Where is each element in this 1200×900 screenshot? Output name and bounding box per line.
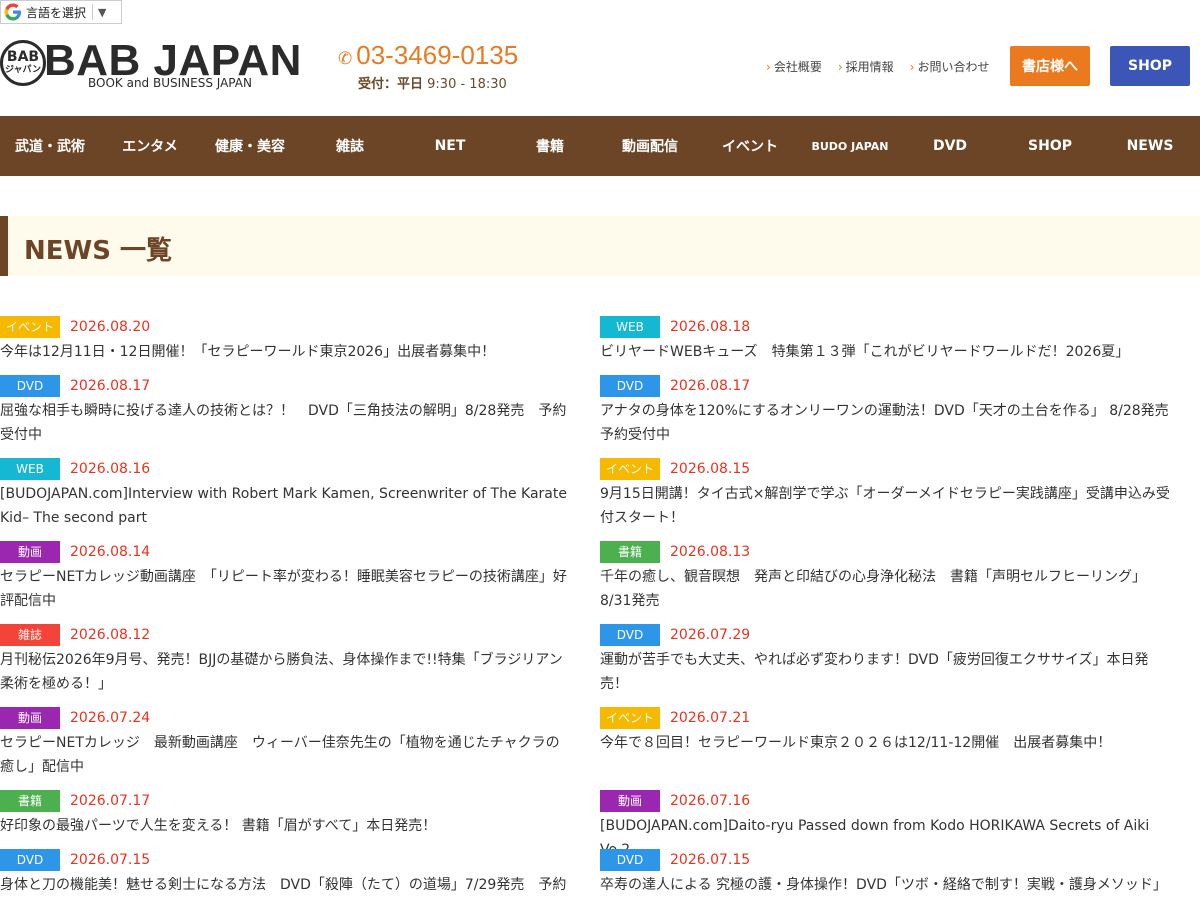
news-item[interactable]: 雑誌 2026.08.12 月刊秘伝2026年9月号、発売！BJJの基礎から勝負法… (0, 624, 570, 696)
news-date: 2026.08.20 (70, 319, 151, 335)
news-item[interactable]: 動画 2026.08.14 セラピーNETカレッジ動画講座 「リピート率が変わる！… (0, 541, 570, 613)
hours-value: 9:30 - 18:30 (427, 77, 507, 92)
news-title[interactable]: ビリヤードWEBキューズ 特集第１３弾「これがビリヤードワールドだ！2026夏」 (600, 340, 1170, 364)
nav-item-net[interactable]: NET (400, 116, 500, 176)
nav-item-video[interactable]: 動画配信 (600, 116, 700, 176)
news-item[interactable]: DVD 2026.08.17 屈強な相手も瞬時に投げる達人の技術とは？！ DVD「… (0, 375, 570, 447)
category-badge: DVD (600, 375, 660, 397)
logo-tagline: BOOK and BUSINESS JAPAN (88, 76, 252, 90)
nav-item-events[interactable]: イベント (700, 116, 800, 176)
page-title: NEWS 一覧 (24, 236, 172, 266)
news-title[interactable]: 屈強な相手も瞬時に投げる達人の技術とは？！ DVD「三角技法の解明」8/28発売… (0, 399, 570, 447)
news-date: 2026.07.16 (670, 793, 751, 809)
news-title[interactable]: 千年の癒し、観音瞑想 発声と印結びの心身浄化秘法 書籍「声明セルフヒーリング」 … (600, 565, 1170, 613)
category-badge: DVD (0, 849, 60, 871)
news-date: 2026.08.12 (70, 627, 151, 643)
news-item[interactable]: 書籍 2026.07.17 好印象の最強パーツで人生を変える！ 書籍「眉がすべて」… (0, 790, 570, 838)
nav-item-shop[interactable]: SHOP (1000, 116, 1100, 176)
category-badge: DVD (600, 624, 660, 646)
category-badge: DVD (600, 849, 660, 871)
news-title[interactable]: 今年で８回目！セラピーワールド東京２０２６は12/11-12開催 出展者募集中！ (600, 731, 1170, 755)
news-item[interactable]: DVD 2026.07.29 運動が苦手でも大丈夫、やれば必ず変わります！DVD「… (600, 624, 1170, 696)
site-logo[interactable]: BAB ジャパン BAB JAPAN BOOK and BUSINESS JAP… (0, 36, 301, 94)
bookstore-button[interactable]: 書店様へ (1010, 46, 1090, 86)
phone-number[interactable]: 03-3469-0135 (356, 40, 518, 70)
news-item[interactable]: イベント 2026.08.20 今年は12月11日・12日開催！「セラピーワールド… (0, 316, 570, 364)
news-date: 2026.08.14 (70, 544, 151, 560)
news-title[interactable]: 好印象の最強パーツで人生を変える！ 書籍「眉がすべて」本日発売！ (0, 814, 570, 838)
category-badge: イベント (0, 316, 60, 338)
news-item[interactable]: イベント 2026.08.15 9月15日開講！タイ古式×解剖学で学ぶ「オーダーメ… (600, 458, 1170, 530)
category-badge: DVD (0, 375, 60, 397)
news-title[interactable]: [BUDOJAPAN.com]Interview with Robert Mar… (0, 482, 570, 530)
category-badge: イベント (600, 458, 660, 480)
news-date: 2026.07.24 (70, 710, 151, 726)
news-title[interactable]: 月刊秘伝2026年9月号、発売！BJJの基礎から勝負法、身体操作まで!!特集「ブ… (0, 648, 570, 696)
nav-item-budo[interactable]: 武道・武術 (0, 116, 100, 176)
news-item[interactable]: WEB 2026.08.18 ビリヤードWEBキューズ 特集第１３弾「これがビリヤ… (600, 316, 1170, 364)
link-company[interactable]: 会社概要 (766, 58, 822, 75)
language-selector-label: 言語を選択 (26, 5, 87, 20)
news-date: 2026.08.15 (670, 461, 751, 477)
google-icon (4, 3, 21, 21)
nav-item-health-beauty[interactable]: 健康・美容 (200, 116, 300, 176)
shop-button[interactable]: SHOP (1110, 46, 1190, 86)
logo-badge-bottom: ジャパン (4, 65, 41, 75)
category-badge: WEB (600, 316, 660, 338)
nav-item-news[interactable]: NEWS (1100, 116, 1200, 176)
main-nav: 武道・武術 エンタメ 健康・美容 雑誌 NET 書籍 動画配信 イベント BUD… (0, 116, 1200, 176)
news-date: 2026.08.16 (70, 461, 151, 477)
news-date: 2026.07.17 (70, 793, 151, 809)
news-title[interactable]: 運動が苦手でも大丈夫、やれば必ず変わります！DVD「疲労回復エクササイズ」本日発… (600, 648, 1170, 696)
link-recruit[interactable]: 採用情報 (838, 58, 894, 75)
news-item[interactable]: DVD 2026.08.17 アナタの身体を120%にするオンリーワンの運動法！D… (600, 375, 1183, 447)
news-date: 2026.08.18 (670, 319, 751, 335)
category-badge: 雑誌 (0, 624, 60, 646)
header-links: 会社概要 採用情報 お問い合わせ (766, 58, 990, 75)
hours-label: 受付：平日 (358, 77, 424, 92)
logo-badge: BAB ジャパン (0, 40, 46, 86)
news-title[interactable]: 身体と刀の機能美！魅せる剣士になる方法 DVD「殺陣（たて）の道場」7/29発売… (0, 873, 570, 897)
chevron-down-icon: ▼ (98, 5, 107, 19)
category-badge: WEB (0, 458, 60, 480)
news-date: 2026.07.29 (670, 627, 751, 643)
category-badge: 動画 (0, 541, 60, 563)
news-title[interactable]: 今年は12月11日・12日開催！「セラピーワールド東京2026」出展者募集中！ (0, 340, 570, 364)
page-title-bar: NEWS 一覧 (0, 216, 1200, 276)
nav-item-magazine[interactable]: 雑誌 (300, 116, 400, 176)
news-date: 2026.07.21 (670, 710, 751, 726)
news-title[interactable]: セラピーNETカレッジ 最新動画講座 ウィーバー佳奈先生の「植物を通じたチャクラ… (0, 731, 570, 779)
phone-contact: ✆ 03-3469-0135 受付：平日 9:30 - 18:30 (338, 40, 518, 92)
news-date: 2026.08.13 (670, 544, 751, 560)
news-item[interactable]: イベント 2026.07.21 今年で８回目！セラピーワールド東京２０２６は12/… (600, 707, 1170, 755)
news-item[interactable]: DVD 2026.07.15 身体と刀の機能美！魅せる剣士になる方法 DVD「殺陣… (0, 849, 570, 897)
news-title[interactable]: 卒寿の達人による 究極の護・身体操作！DVD「ツボ・経絡で制す！実戦・護身メソッ… (600, 873, 1170, 897)
news-title[interactable]: 9月15日開講！タイ古式×解剖学で学ぶ「オーダーメイドセラピー実践講座」受講申込… (600, 482, 1170, 530)
news-date: 2026.07.15 (70, 852, 151, 868)
news-item[interactable]: 書籍 2026.08.13 千年の癒し、観音瞑想 発声と印結びの心身浄化秘法 書籍… (600, 541, 1170, 613)
nav-item-entertainment[interactable]: エンタメ (100, 116, 200, 176)
category-badge: イベント (600, 707, 660, 729)
news-date: 2026.08.17 (70, 378, 151, 394)
divider (92, 4, 94, 20)
nav-item-budo-japan[interactable]: BUDO JAPAN (800, 116, 900, 176)
category-badge: 書籍 (0, 790, 60, 812)
category-badge: 動画 (0, 707, 60, 729)
business-hours: 受付：平日 9:30 - 18:30 (358, 73, 518, 92)
nav-item-dvd[interactable]: DVD (900, 116, 1000, 176)
phone-icon: ✆ (338, 49, 353, 68)
news-title[interactable]: セラピーNETカレッジ動画講座 「リピート率が変わる！睡眠美容セラピーの技術講座… (0, 565, 570, 613)
language-selector[interactable]: 言語を選択 ▼ (0, 0, 122, 24)
category-badge: 動画 (600, 790, 660, 812)
news-item[interactable]: WEB 2026.08.16 [BUDOJAPAN.com]Interview w… (0, 458, 570, 530)
category-badge: 書籍 (600, 541, 660, 563)
link-contact[interactable]: お問い合わせ (910, 58, 989, 75)
logo-badge-top: BAB (6, 49, 40, 65)
news-item[interactable]: 動画 2026.07.24 セラピーNETカレッジ 最新動画講座 ウィーバー佳奈先… (0, 707, 570, 779)
news-item[interactable]: DVD 2026.07.15 卒寿の達人による 究極の護・身体操作！DVD「ツボ・… (600, 849, 1170, 897)
news-title[interactable]: アナタの身体を120%にするオンリーワンの運動法！DVD「天才の土台を作る」 8… (600, 399, 1183, 447)
nav-item-books[interactable]: 書籍 (500, 116, 600, 176)
news-date: 2026.07.15 (670, 852, 751, 868)
news-date: 2026.08.17 (670, 378, 751, 394)
